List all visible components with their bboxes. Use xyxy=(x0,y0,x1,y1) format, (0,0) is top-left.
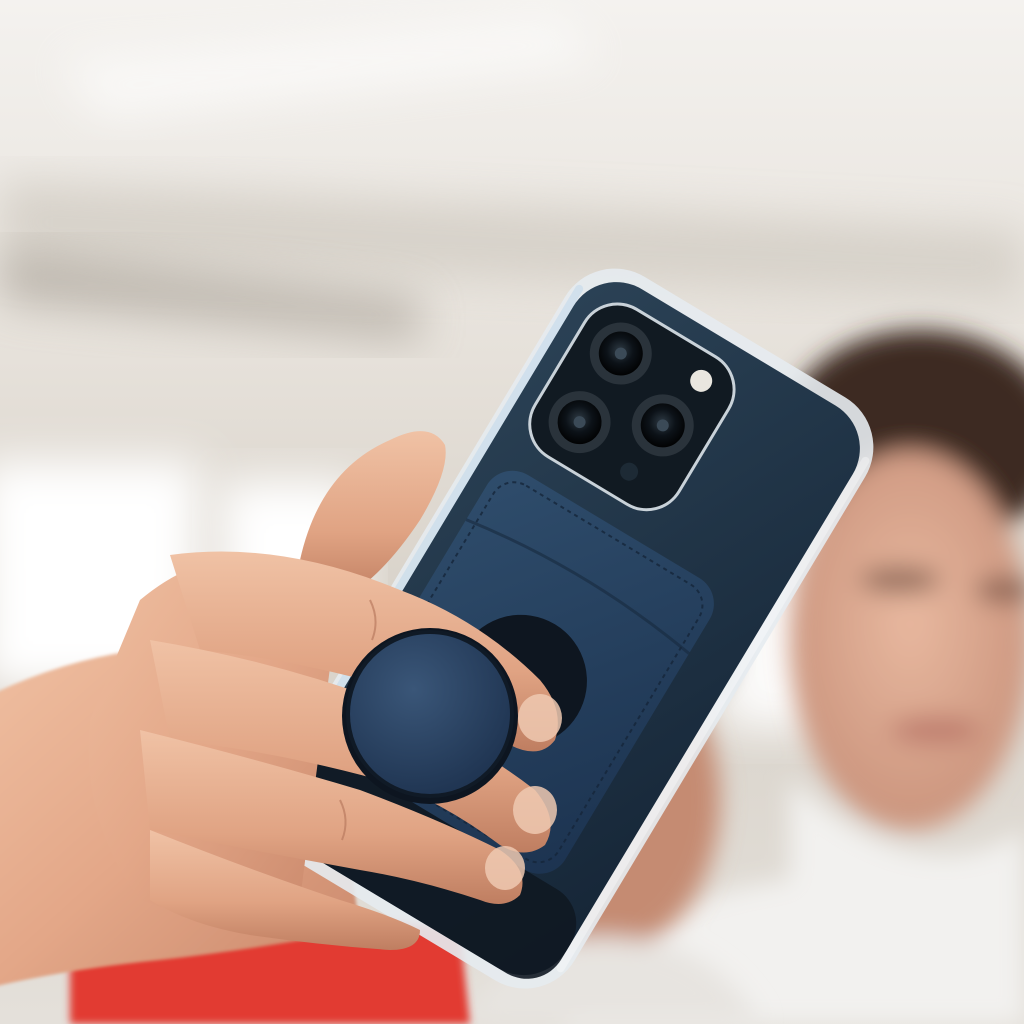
phone-grip xyxy=(342,628,518,804)
photo-illustration xyxy=(0,0,1024,1024)
photo-scene xyxy=(0,0,1024,1024)
